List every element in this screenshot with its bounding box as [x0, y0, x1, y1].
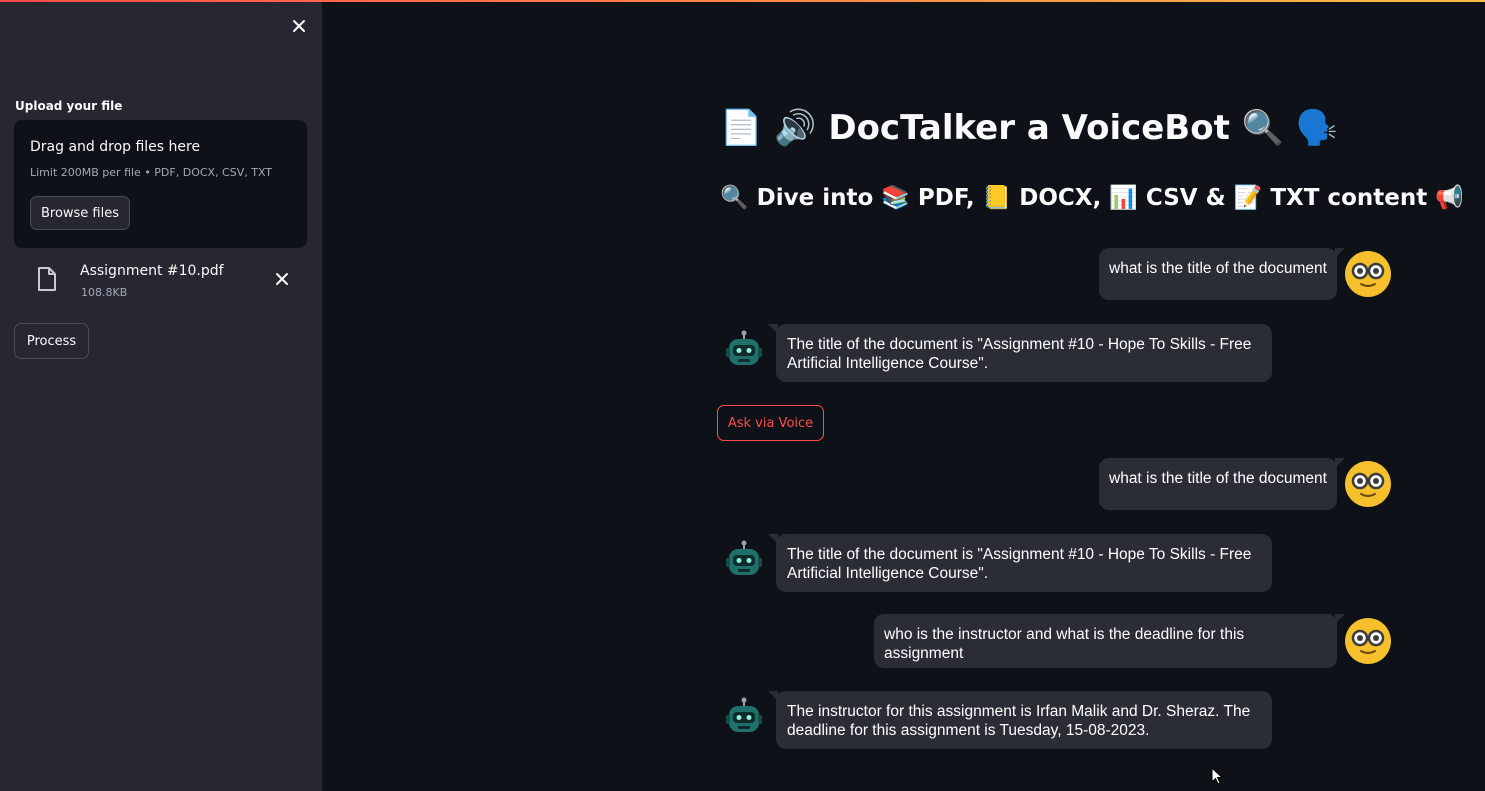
dropzone-title: Drag and drop files here [30, 139, 201, 155]
message-text: The title of the document is "Assignment… [787, 336, 1252, 372]
user-message: what is the title of the document [1099, 458, 1345, 510]
close-icon [293, 20, 305, 32]
bot-message: The instructor for this assignment is Ir… [768, 691, 1272, 749]
uploaded-file: Assignment #10.pdf 108.8KB [14, 256, 307, 306]
message-text: what is the title of the document [1109, 260, 1327, 277]
close-sidebar-button[interactable] [287, 14, 311, 38]
bot-message: The title of the document is "Assignment… [768, 324, 1272, 382]
nerd-face-icon [1345, 461, 1391, 507]
sidebar: Upload your file Drag and drop files her… [0, 2, 322, 791]
file-icon [38, 267, 56, 291]
message-text: The instructor for this assignment is Ir… [787, 703, 1251, 739]
file-name: Assignment #10.pdf [80, 263, 224, 279]
robot-icon [726, 540, 762, 575]
robot-icon [726, 697, 762, 732]
ask-via-voice-button[interactable]: Ask via Voice [717, 405, 824, 441]
page-title: 📄 🔊 DocTalker a VoiceBot 🔍 🗣️ [720, 108, 1339, 148]
page-subtitle: 🔍 Dive into 📚 PDF, 📒 DOCX, 📊 CSV & 📝 TXT… [720, 185, 1464, 211]
close-icon [276, 273, 288, 285]
file-dropzone[interactable]: Drag and drop files here Limit 200MB per… [14, 120, 307, 248]
user-message: who is the instructor and what is the de… [874, 614, 1345, 668]
message-text: who is the instructor and what is the de… [884, 626, 1245, 662]
dropzone-limit: Limit 200MB per file • PDF, DOCX, CSV, T… [30, 166, 273, 179]
nerd-face-icon [1345, 251, 1391, 297]
upload-label: Upload your file [15, 99, 123, 113]
message-text: The title of the document is "Assignment… [787, 546, 1252, 582]
bot-message: The title of the document is "Assignment… [768, 534, 1272, 592]
user-message: what is the title of the document [1099, 248, 1345, 300]
message-text: what is the title of the document [1109, 470, 1327, 487]
remove-file-button[interactable] [272, 269, 292, 294]
browse-files-button[interactable]: Browse files [30, 196, 130, 230]
nerd-face-icon [1345, 618, 1391, 664]
robot-icon [726, 330, 762, 365]
file-size: 108.8KB [81, 286, 128, 299]
mouse-cursor-icon [1211, 767, 1223, 785]
process-button[interactable]: Process [14, 323, 89, 359]
